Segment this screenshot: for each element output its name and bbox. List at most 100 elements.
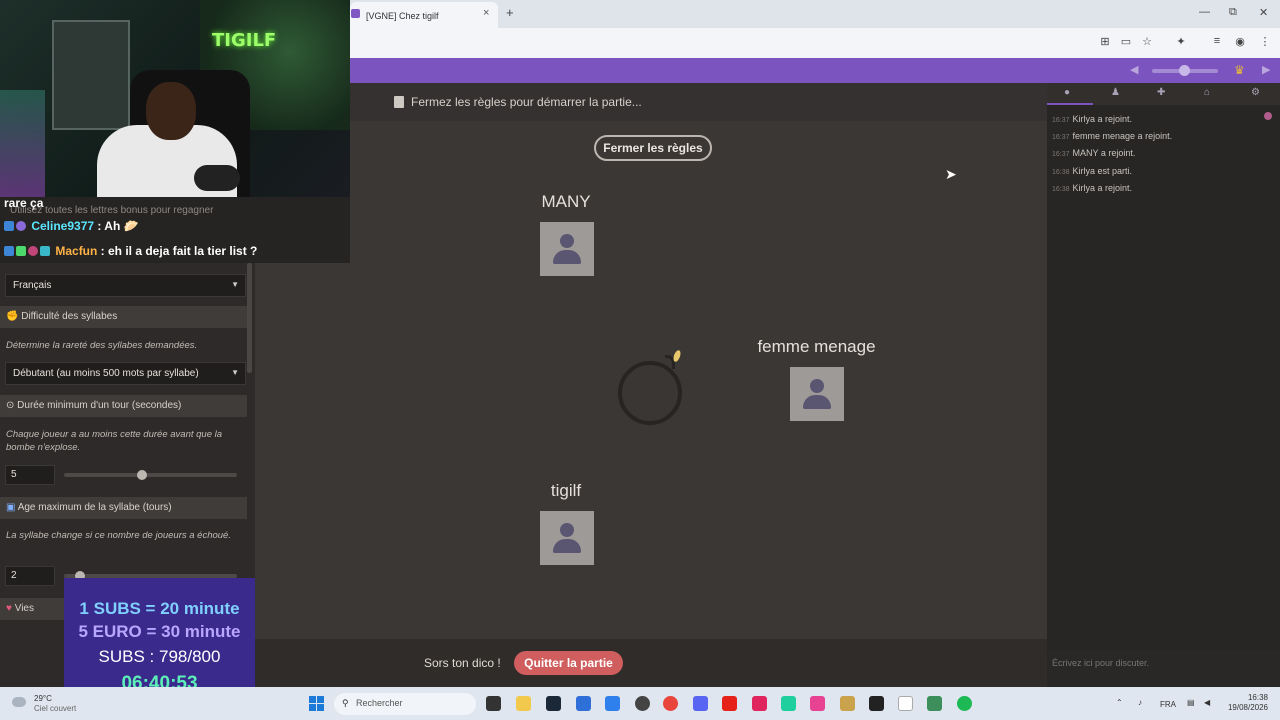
chat-message: 16:37 Kirlya a rejoint. bbox=[1052, 114, 1133, 124]
stream-chat-line: Macfun : eh il a deja fait la tier list … bbox=[4, 244, 257, 258]
language-select[interactable]: Français ▼ bbox=[5, 274, 246, 297]
steam-icon[interactable] bbox=[546, 696, 561, 711]
player-avatar bbox=[540, 511, 594, 565]
translate-icon[interactable]: ⊞ bbox=[1098, 35, 1112, 49]
max-syllable-age-description: La syllabe change si ce nombre de joueur… bbox=[6, 530, 231, 541]
install-app-icon[interactable]: ▭ bbox=[1119, 35, 1133, 49]
player-avatar bbox=[790, 367, 844, 421]
muscle-icon: ✊ bbox=[6, 311, 22, 322]
badge-icon bbox=[16, 221, 26, 231]
tab-title: [VGNE] Chez tigilf bbox=[366, 11, 439, 21]
weather-cloud-icon[interactable] bbox=[12, 697, 26, 707]
file-explorer-icon[interactable] bbox=[516, 696, 531, 711]
player-name: tigilf bbox=[550, 481, 582, 500]
youtube-icon[interactable] bbox=[722, 696, 737, 711]
settings-tab-icon[interactable]: ⚙ bbox=[1251, 87, 1260, 98]
badge-icon bbox=[40, 246, 50, 256]
syllable-difficulty-select[interactable]: Débutant (au moins 500 mots par syllabe)… bbox=[5, 362, 246, 385]
obs-icon[interactable] bbox=[635, 696, 650, 711]
mouse-cursor-icon: ➤ bbox=[945, 166, 957, 182]
spotify-icon[interactable] bbox=[957, 696, 972, 711]
new-tab-button[interactable]: + bbox=[506, 5, 514, 20]
app-icon[interactable] bbox=[927, 696, 942, 711]
tab-close-icon[interactable]: × bbox=[483, 7, 489, 19]
settings-scrollbar[interactable] bbox=[247, 263, 252, 373]
quit-game-button[interactable]: Quitter la partie bbox=[514, 651, 623, 675]
volume-slider-knob[interactable] bbox=[1179, 65, 1190, 76]
app-icon[interactable] bbox=[810, 696, 825, 711]
volume-icon[interactable]: ◀ bbox=[1130, 63, 1138, 76]
extensions-icon[interactable]: ✦ bbox=[1174, 35, 1188, 49]
window-restore-button[interactable]: ⧉ bbox=[1229, 6, 1237, 19]
tray-chevron-icon[interactable]: ⌃ bbox=[1116, 698, 1123, 707]
network-icon[interactable]: ▤ bbox=[1187, 698, 1195, 707]
min-turn-duration-heading: ⊙ Durée minimum d'un tour (secondes) bbox=[0, 395, 247, 417]
room-tab-icon[interactable]: ⌂ bbox=[1204, 87, 1210, 98]
min-turn-duration-slider[interactable] bbox=[64, 473, 237, 477]
badge-icon bbox=[16, 246, 26, 256]
player-name: MANY bbox=[541, 192, 591, 211]
player-avatar bbox=[540, 222, 594, 276]
language-indicator[interactable]: FRA bbox=[1160, 700, 1176, 709]
app-icon[interactable] bbox=[781, 696, 796, 711]
tiktok-icon[interactable] bbox=[752, 696, 767, 711]
badge-icon bbox=[4, 246, 14, 256]
chat-tab-icon[interactable]: ● bbox=[1064, 87, 1070, 98]
neon-sign: TIGILF bbox=[212, 30, 277, 51]
browser-tab[interactable]: [VGNE] Chez tigilf bbox=[350, 2, 498, 28]
microphone-icon[interactable]: ♪ bbox=[1138, 698, 1142, 707]
discord-icon[interactable] bbox=[693, 696, 708, 711]
active-tab-indicator bbox=[1047, 103, 1093, 105]
bookmark-star-icon[interactable]: ☆ bbox=[1140, 35, 1154, 49]
window-close-button[interactable]: ✕ bbox=[1259, 6, 1268, 19]
rules-notice-text: Fermez les règles pour démarrer la parti… bbox=[411, 95, 642, 109]
chrome-icon[interactable] bbox=[663, 696, 678, 711]
euro-rate-line: 5 EURO = 30 minute bbox=[78, 622, 241, 641]
chat-input[interactable] bbox=[1052, 658, 1272, 668]
chevron-down-icon: ▼ bbox=[231, 368, 239, 377]
microphone bbox=[194, 165, 240, 191]
syllable-difficulty-heading: ✊ Difficulté des syllabes bbox=[0, 306, 247, 328]
tab-favicon-icon bbox=[351, 9, 360, 18]
mail-icon[interactable] bbox=[576, 696, 591, 711]
game-bottom-bar bbox=[255, 639, 1047, 687]
task-view-icon[interactable] bbox=[486, 696, 501, 711]
min-turn-duration-input[interactable]: 5 bbox=[5, 465, 55, 485]
crown-icon[interactable]: ♛ bbox=[1234, 63, 1245, 77]
menu-icon[interactable]: ⋮ bbox=[1258, 35, 1272, 49]
notepad-icon[interactable] bbox=[898, 696, 913, 711]
close-rules-button[interactable]: Fermer les règles bbox=[594, 135, 712, 161]
players-tab-icon[interactable]: ♟ bbox=[1111, 87, 1120, 98]
profile-icon[interactable]: ◉ bbox=[1233, 35, 1247, 49]
outlook-icon[interactable] bbox=[605, 696, 620, 711]
heart-icon: ♥ bbox=[6, 603, 15, 614]
play-icon[interactable]: ▶ bbox=[1262, 63, 1270, 76]
window-minimize-button[interactable]: — bbox=[1199, 6, 1210, 18]
stream-chat-line: Celine9377 : Ah 🥟 bbox=[4, 219, 139, 233]
start-button-icon[interactable] bbox=[309, 696, 324, 711]
taskbar-clock[interactable]: 16:38 19/08/2026 bbox=[1224, 693, 1268, 713]
subs-count-line: SUBS : 798/800 bbox=[98, 647, 221, 666]
stats-tab-icon[interactable]: ✚ bbox=[1157, 87, 1165, 98]
rules-document-icon bbox=[394, 96, 404, 108]
min-turn-duration-slider-knob[interactable] bbox=[137, 470, 147, 480]
bottom-hint: Sors ton dico ! bbox=[424, 656, 501, 670]
epic-games-icon[interactable] bbox=[869, 696, 884, 711]
max-syllable-age-input[interactable]: 2 bbox=[5, 566, 55, 586]
streamer-head bbox=[146, 82, 196, 140]
app-icon[interactable] bbox=[840, 696, 855, 711]
number-icon: ▣ bbox=[6, 502, 18, 513]
syllable-difficulty-description: Détermine la rareté des syllabes demandé… bbox=[6, 340, 198, 351]
chat-input-container bbox=[1047, 650, 1280, 687]
game-header bbox=[350, 58, 1280, 83]
badge-icon bbox=[28, 246, 38, 256]
speaker-icon[interactable]: ◀ bbox=[1204, 698, 1210, 707]
clock-icon: ⊙ bbox=[6, 400, 18, 411]
weather-widget[interactable]: 29°C Ciel couvert bbox=[34, 694, 76, 714]
media-icon[interactable]: ≡ bbox=[1210, 35, 1224, 49]
chat-message: 16:38 Kirlya a rejoint. bbox=[1052, 183, 1133, 193]
taskbar-search[interactable]: Rechercher bbox=[334, 693, 476, 715]
chat-message: 16:37 MANY a rejoint. bbox=[1052, 148, 1136, 158]
chat-message: 16:37 femme menage a rejoint. bbox=[1052, 131, 1173, 141]
bomb-icon bbox=[618, 361, 682, 425]
